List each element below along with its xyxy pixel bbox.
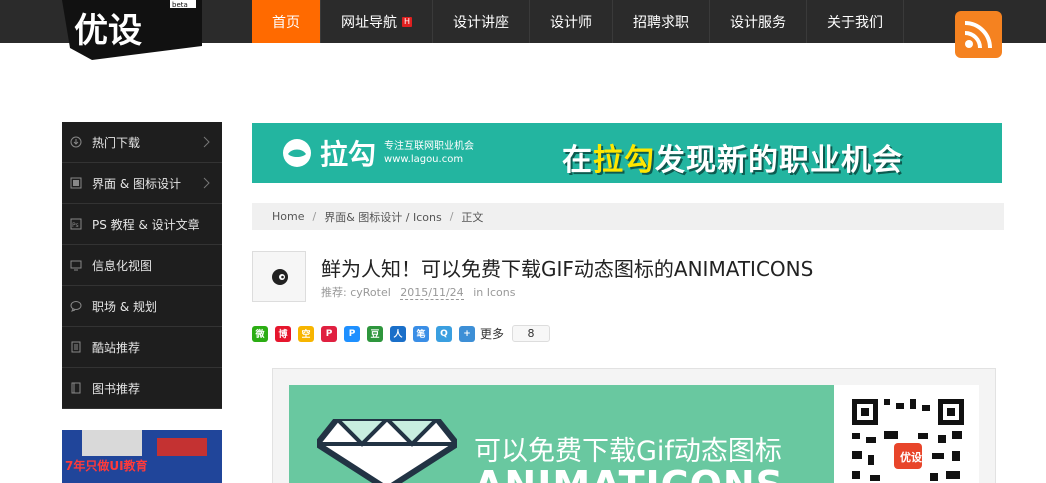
- renren-share-icon[interactable]: 人: [390, 325, 406, 342]
- rss-glyph: [964, 21, 992, 49]
- nav-jobs[interactable]: 招聘求职: [613, 0, 711, 43]
- wechat-share-icon[interactable]: 微: [252, 325, 268, 342]
- sidebar-ad-banner[interactable]: 7年只做UI教育: [62, 430, 222, 483]
- diamond-icon: [317, 419, 457, 483]
- hot-badge: H: [402, 16, 413, 27]
- nav-links-label[interactable]: 网址导航: [341, 12, 397, 32]
- post-meta: 推荐: cyRotel 2015/11/24 in Icons: [321, 284, 515, 300]
- post-date: 2015/11/24: [400, 286, 464, 300]
- ps-icon: Ps: [70, 218, 82, 230]
- nav-about-label[interactable]: 关于我们: [827, 12, 883, 32]
- author-avatar[interactable]: [252, 251, 306, 302]
- breadcrumb: Home / 界面& 图标设计 / Icons / 正文: [252, 203, 1004, 230]
- qr-code-graphic: 优设: [852, 399, 964, 481]
- feather-share-icon[interactable]: 笔: [413, 325, 429, 342]
- sidebar-item-ui-icon-design[interactable]: 界面 & 图标设计: [62, 163, 222, 204]
- slogan-prefix: 在: [562, 143, 593, 178]
- sidebar-item-label: 热门下载: [92, 135, 141, 150]
- sidebar-item-label: 酷站推荐: [92, 340, 141, 355]
- qr-logo-text: 优设: [900, 450, 923, 464]
- reader-share-icon[interactable]: P: [344, 325, 360, 342]
- figure-big-text: ANIMATICONS: [474, 463, 784, 483]
- lagou-logo-icon: [283, 139, 311, 167]
- banner-slogan: 在拉勾发现新的职业机会: [562, 135, 903, 179]
- pocket-share-icon[interactable]: P: [321, 325, 337, 342]
- avatar-icon: [272, 269, 288, 285]
- banner-url: www.lagou.com: [384, 154, 464, 165]
- nav-home-label[interactable]: 首页: [272, 12, 300, 32]
- breadcrumb-home[interactable]: Home: [272, 210, 304, 223]
- lagou-ad-banner[interactable]: 拉勾 专注互联网职业机会 www.lagou.com 在拉勾发现新的职业机会: [252, 123, 1002, 183]
- share-more-label[interactable]: 更多: [480, 325, 504, 342]
- sidebar-item-label: 信息化视图: [92, 258, 153, 273]
- nav-services-label[interactable]: 设计服务: [730, 12, 786, 32]
- sidebar-menu: 热门下载 界面 & 图标设计 Ps PS 教程 & 设计文章 信息化视图 职场 …: [62, 122, 222, 409]
- ad-artwork: 7年只做UI教育: [62, 430, 222, 483]
- banner-tagline: 专注互联网职业机会: [384, 141, 475, 152]
- logo-text: 优设: [74, 11, 142, 51]
- weibo-share-icon[interactable]: 博: [275, 325, 291, 342]
- main-nav: 首页 网址导航 H 设计讲座 设计师 招聘求职 设计服务 关于我们: [252, 0, 905, 43]
- breadcrumb-separator: /: [312, 210, 317, 223]
- slogan-highlight: 拉勾: [593, 143, 655, 178]
- qzone-share-icon[interactable]: 空: [298, 325, 314, 342]
- post-category[interactable]: in Icons: [473, 286, 515, 299]
- nav-about[interactable]: 关于我们: [807, 0, 905, 43]
- sidebar-item-label: PS 教程 & 设计文章: [92, 217, 200, 232]
- site-icon: [70, 341, 82, 353]
- site-logo[interactable]: 优设 beta: [62, 0, 202, 68]
- sidebar-item-career[interactable]: 职场 & 规划: [62, 286, 222, 327]
- nav-services[interactable]: 设计服务: [710, 0, 808, 43]
- qq-share-icon[interactable]: Q: [436, 325, 452, 342]
- breadcrumb-separator: /: [449, 210, 454, 223]
- sidebar-item-label: 界面 & 图标设计: [92, 176, 181, 191]
- post-author[interactable]: 推荐: cyRotel: [321, 286, 391, 299]
- sidebar-item-cool-sites[interactable]: 酷站推荐: [62, 327, 222, 368]
- chevron-right-icon: [203, 177, 210, 189]
- chat-icon: [70, 300, 82, 312]
- ad-text: 7年只做UI教育: [65, 458, 148, 473]
- figure-banner: 可以免费下载Gif动态图标 ANIMATICONS: [289, 385, 834, 483]
- sidebar-item-label: 职场 & 规划: [92, 299, 157, 314]
- nav-links[interactable]: 网址导航 H: [321, 0, 434, 43]
- book-icon: [70, 382, 82, 394]
- logo-beta: beta: [172, 1, 188, 9]
- svg-text:Ps: Ps: [72, 222, 79, 229]
- share-count: 8: [512, 325, 551, 342]
- sidebar-item-hot-downloads[interactable]: 热门下载: [62, 122, 222, 163]
- post-title: 鲜为人知！可以免费下载GIF动态图标的ANIMATICONS: [321, 257, 814, 281]
- sidebar-item-label: 图书推荐: [92, 381, 141, 396]
- banner-brand-name: 拉勾: [320, 138, 377, 171]
- download-icon: [70, 136, 82, 148]
- share-bar: 微 博 空 P P 豆 人 笔 Q + 更多 8: [252, 325, 551, 342]
- sidebar-item-infographics[interactable]: 信息化视图: [62, 245, 222, 286]
- douban-share-icon[interactable]: 豆: [367, 325, 383, 342]
- banner-brand: 拉勾 专注互联网职业机会 www.lagou.com: [282, 133, 474, 173]
- slogan-rest: 发现新的职业机会: [655, 143, 903, 178]
- breadcrumb-category[interactable]: 界面& 图标设计 / Icons: [324, 209, 442, 225]
- sidebar-item-ps-tutorials[interactable]: Ps PS 教程 & 设计文章: [62, 204, 222, 245]
- rss-icon[interactable]: [955, 11, 1002, 58]
- nav-designers[interactable]: 设计师: [530, 0, 614, 43]
- qr-code: 优设: [834, 385, 979, 483]
- sidebar-item-books[interactable]: 图书推荐: [62, 368, 222, 409]
- monitor-icon: [70, 259, 82, 271]
- nav-home[interactable]: 首页: [252, 0, 321, 43]
- article-figure: 可以免费下载Gif动态图标 ANIMATICONS 优设: [272, 368, 996, 483]
- nav-lectures[interactable]: 设计讲座: [433, 0, 531, 43]
- more-share-icon[interactable]: +: [459, 325, 475, 342]
- nav-jobs-label[interactable]: 招聘求职: [633, 12, 689, 32]
- nav-designers-label[interactable]: 设计师: [550, 12, 592, 32]
- nav-lectures-label[interactable]: 设计讲座: [453, 12, 509, 32]
- chevron-right-icon: [203, 136, 210, 148]
- interface-icon: [70, 177, 82, 189]
- breadcrumb-current: 正文: [461, 210, 484, 224]
- banner-sub: 专注互联网职业机会 www.lagou.com: [384, 140, 474, 166]
